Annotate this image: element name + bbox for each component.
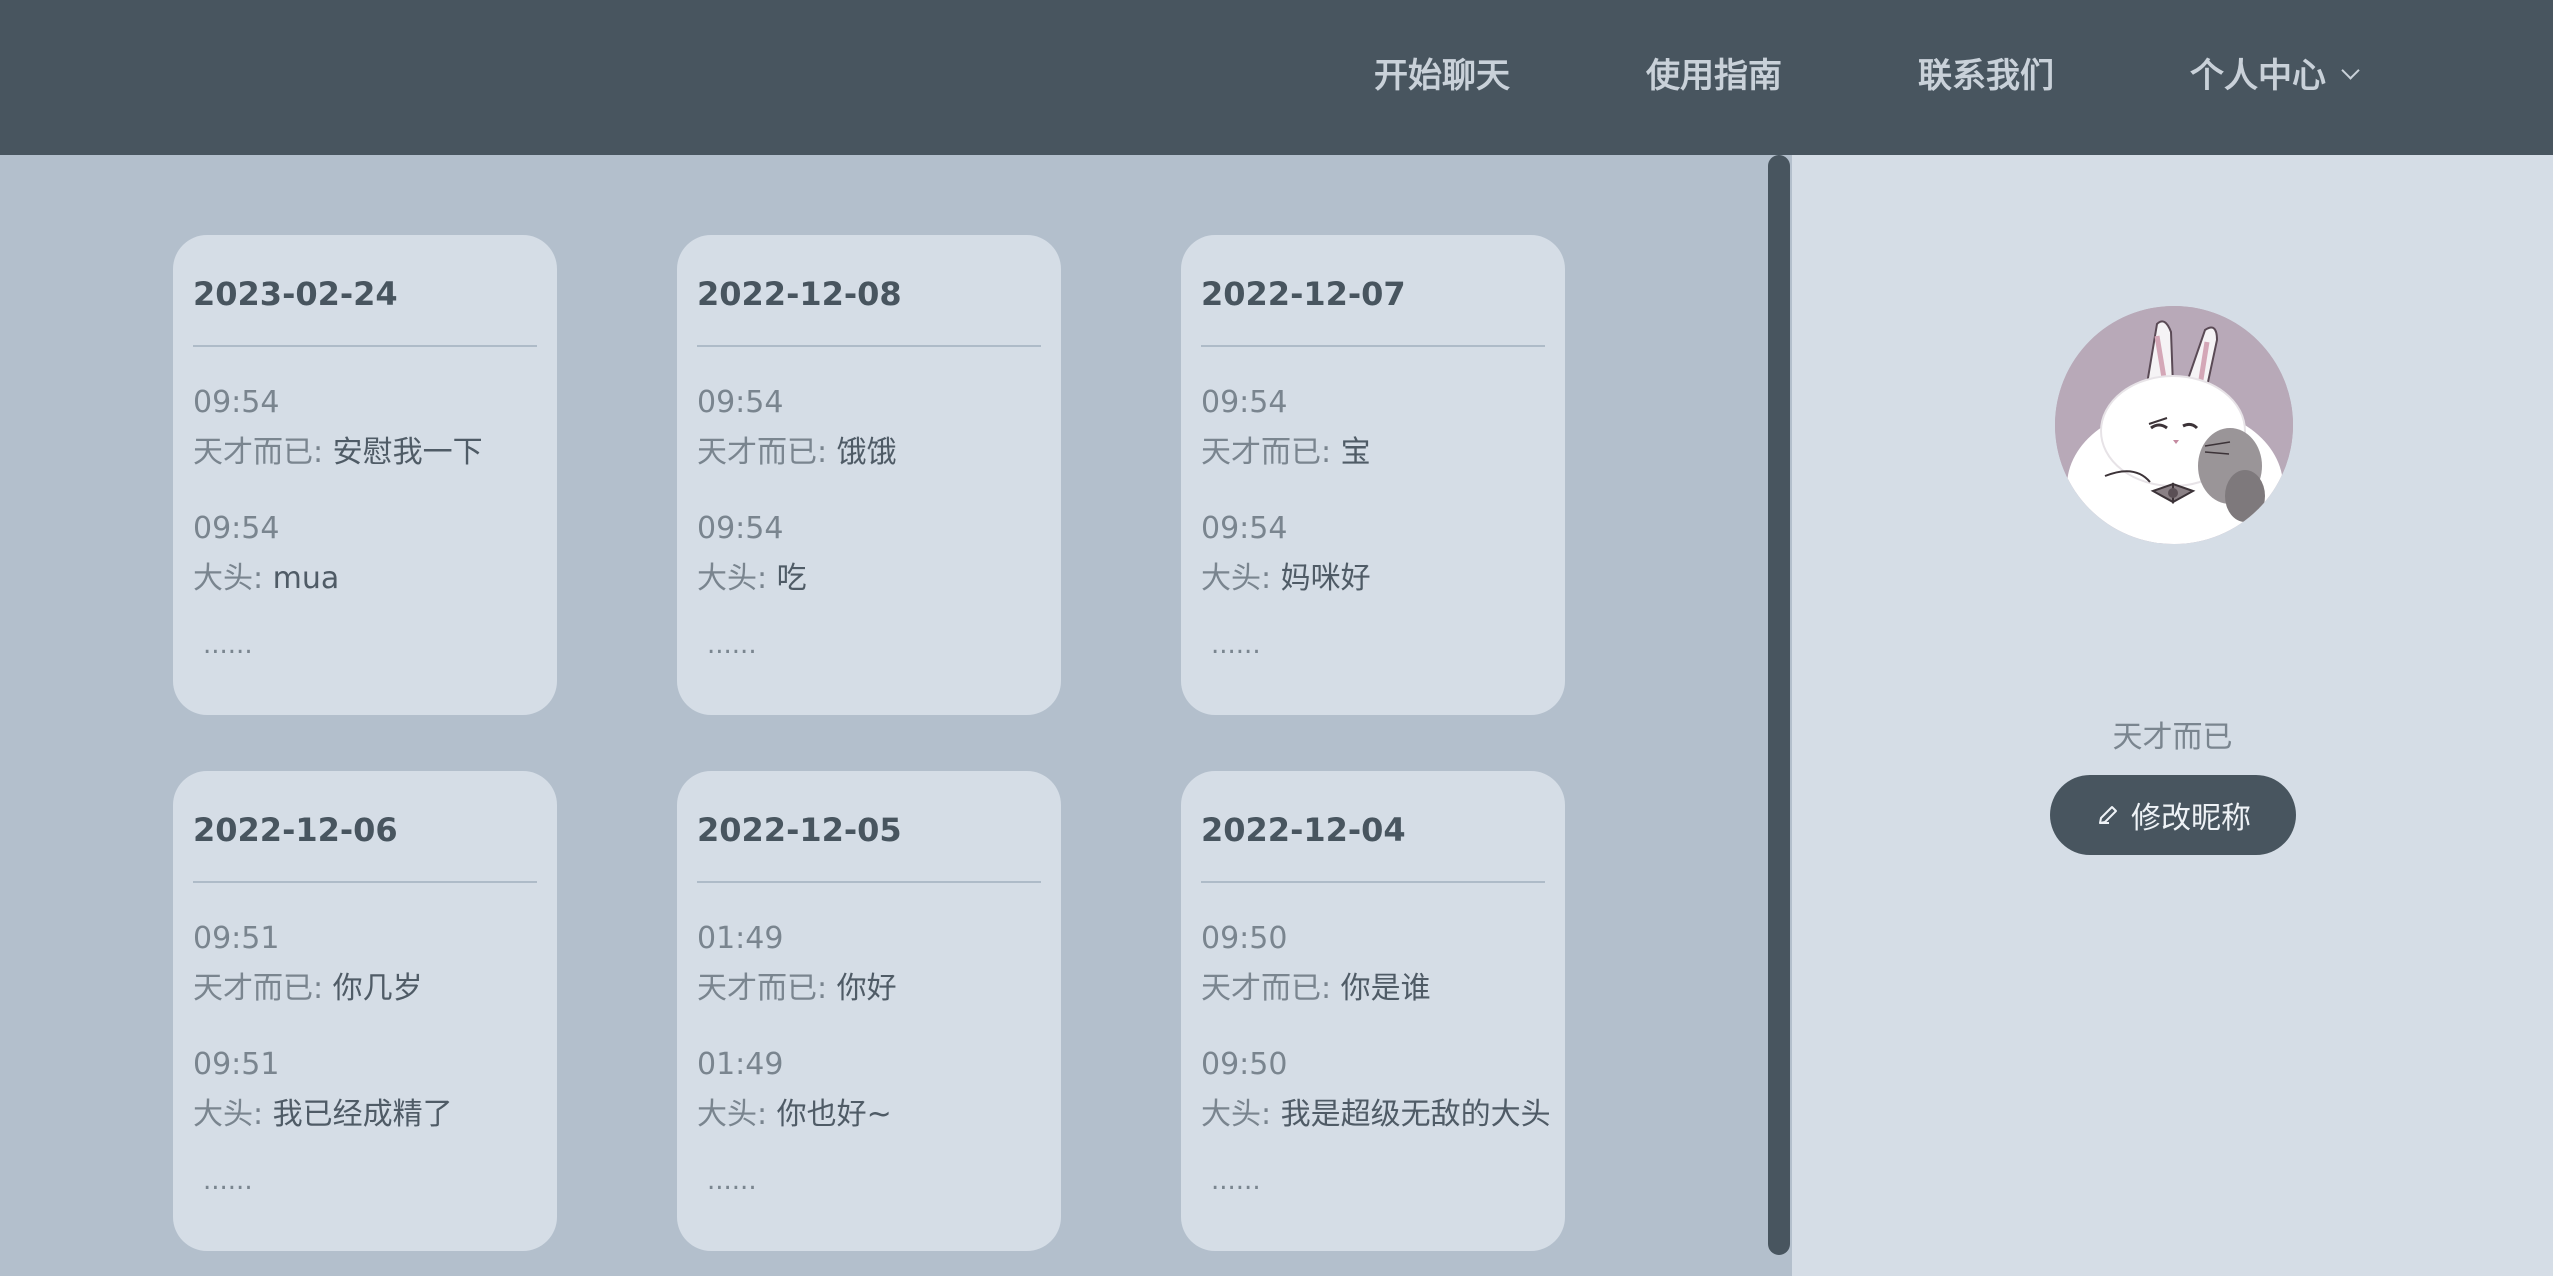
card-more-ellipsis: ...... [707, 630, 757, 660]
nav-user-guide[interactable]: 使用指南 [1646, 50, 1782, 102]
profile-username: 天才而已 [2112, 720, 2233, 755]
message-text: mua [272, 561, 340, 596]
message-sender: 天才而已 [1201, 971, 1321, 1006]
card-divider [697, 881, 1041, 883]
message-sender: 大头 [697, 1097, 757, 1132]
message-line: 大头: 我已经成精了 [193, 1089, 453, 1133]
card-date: 2022-12-05 [697, 811, 902, 849]
message-sender: 大头 [193, 561, 253, 596]
card-divider [697, 345, 1041, 347]
history-card[interactable]: 2022-12-04 09:50 天才而已: 你是谁 09:50 大头: 我是超级无敌的… [1181, 771, 1565, 1251]
message-separator: : [757, 1097, 777, 1132]
message-time: 09:51 [193, 921, 280, 956]
card-date: 2022-12-06 [193, 811, 398, 849]
nav-contact-us[interactable]: 联系我们 [1918, 50, 2054, 102]
message-line: 大头: 你也好~ [697, 1089, 892, 1133]
message-text: 吃 [776, 561, 807, 596]
message-separator: : [817, 435, 837, 470]
message-sender: 天才而已 [697, 435, 817, 470]
nav-personal-center[interactable]: 个人中心 [2190, 50, 2360, 102]
nav-start-chat[interactable]: 开始聊天 [1374, 50, 1510, 102]
message-time: 09:54 [1201, 511, 1288, 546]
rabbit-avatar-icon [2055, 306, 2293, 544]
card-divider [193, 881, 537, 883]
card-date: 2022-12-04 [1201, 811, 1406, 849]
message-line: 天才而已: 安慰我一下 [193, 427, 483, 471]
message-sender: 天才而已 [1201, 435, 1321, 470]
edit-nickname-button[interactable]: 修改昵称 [2050, 775, 2296, 855]
message-separator: : [1321, 435, 1341, 470]
message-separator: : [253, 1097, 273, 1132]
message-time: 09:50 [1201, 921, 1288, 956]
nav-personal-center-label: 个人中心 [2190, 56, 2326, 96]
history-card-grid: 2023-02-24 09:54 天才而已: 安慰我一下 09:54 大头: mua..… [0, 155, 1770, 1276]
message-time: 09:54 [193, 385, 280, 420]
message-text: 饿饿 [836, 435, 897, 470]
message-separator: : [757, 561, 777, 596]
message-line: 大头: 我是超级无敌的大头 [1201, 1089, 1551, 1133]
history-card[interactable]: 2022-12-08 09:54 天才而已: 饿饿 09:54 大头: 吃...... [677, 235, 1061, 715]
message-time: 09:54 [697, 511, 784, 546]
message-line: 天才而已: 你好 [697, 963, 897, 1007]
message-text: 你好 [836, 971, 897, 1006]
message-line: 大头: mua [193, 553, 339, 597]
chevron-down-icon[interactable] [2341, 61, 2360, 80]
card-date: 2023-02-24 [193, 275, 398, 313]
message-sender: 大头 [1201, 561, 1261, 596]
message-text: 妈咪好 [1280, 561, 1371, 596]
message-text: 宝 [1340, 435, 1371, 470]
card-divider [1201, 881, 1545, 883]
top-navbar: 开始聊天 使用指南 联系我们 个人中心 [0, 0, 2553, 155]
edit-nickname-label: 修改昵称 [2131, 801, 2251, 836]
message-line: 天才而已: 你是谁 [1201, 963, 1431, 1007]
message-sender: 大头 [193, 1097, 253, 1132]
card-date: 2022-12-08 [697, 275, 902, 313]
message-time: 09:54 [1201, 385, 1288, 420]
message-separator: : [253, 561, 273, 596]
message-time: 09:50 [1201, 1047, 1288, 1082]
message-text: 你是谁 [1340, 971, 1431, 1006]
message-time: 09:54 [193, 511, 280, 546]
history-card[interactable]: 2022-12-06 09:51 天才而已: 你几岁 09:51 大头: 我已经成精了.… [173, 771, 557, 1251]
card-more-ellipsis: ...... [707, 1166, 757, 1196]
scrollbar[interactable] [1768, 155, 1790, 1255]
message-separator: : [817, 971, 837, 1006]
message-line: 大头: 妈咪好 [1201, 553, 1371, 597]
card-more-ellipsis: ...... [203, 1166, 253, 1196]
message-text: 你也好~ [776, 1097, 892, 1132]
message-separator: : [1261, 561, 1281, 596]
message-time: 01:49 [697, 921, 784, 956]
message-line: 天才而已: 你几岁 [193, 963, 423, 1007]
rabbit-avatar-illustration [2055, 306, 2293, 544]
card-divider [1201, 345, 1545, 347]
message-separator: : [313, 435, 333, 470]
message-separator: : [313, 971, 333, 1006]
message-time: 09:51 [193, 1047, 280, 1082]
message-text: 你几岁 [332, 971, 423, 1006]
card-more-ellipsis: ...... [1211, 1166, 1261, 1196]
message-separator: : [1321, 971, 1341, 1006]
history-card[interactable]: 2022-12-05 01:49 天才而已: 你好 01:49 大头: 你也好~....… [677, 771, 1061, 1251]
message-line: 天才而已: 宝 [1201, 427, 1371, 471]
message-text: 我是超级无敌的大头 [1280, 1097, 1551, 1132]
message-line: 天才而已: 饿饿 [697, 427, 897, 471]
message-sender: 天才而已 [697, 971, 817, 1006]
message-line: 大头: 吃 [697, 553, 807, 597]
card-more-ellipsis: ...... [203, 630, 253, 660]
message-sender: 大头 [1201, 1097, 1261, 1132]
card-date: 2022-12-07 [1201, 275, 1406, 313]
message-text: 我已经成精了 [272, 1097, 453, 1132]
card-more-ellipsis: ...... [1211, 630, 1261, 660]
message-sender: 大头 [697, 561, 757, 596]
message-text: 安慰我一下 [332, 435, 483, 470]
message-sender: 天才而已 [193, 435, 313, 470]
history-card[interactable]: 2023-02-24 09:54 天才而已: 安慰我一下 09:54 大头: mua..… [173, 235, 557, 715]
message-time: 09:54 [697, 385, 784, 420]
history-card[interactable]: 2022-12-07 09:54 天才而已: 宝 09:54 大头: 妈咪好...... [1181, 235, 1565, 715]
message-separator: : [1261, 1097, 1281, 1132]
message-sender: 天才而已 [193, 971, 313, 1006]
pencil-icon [2099, 806, 2117, 824]
card-divider [193, 345, 537, 347]
message-time: 01:49 [697, 1047, 784, 1082]
